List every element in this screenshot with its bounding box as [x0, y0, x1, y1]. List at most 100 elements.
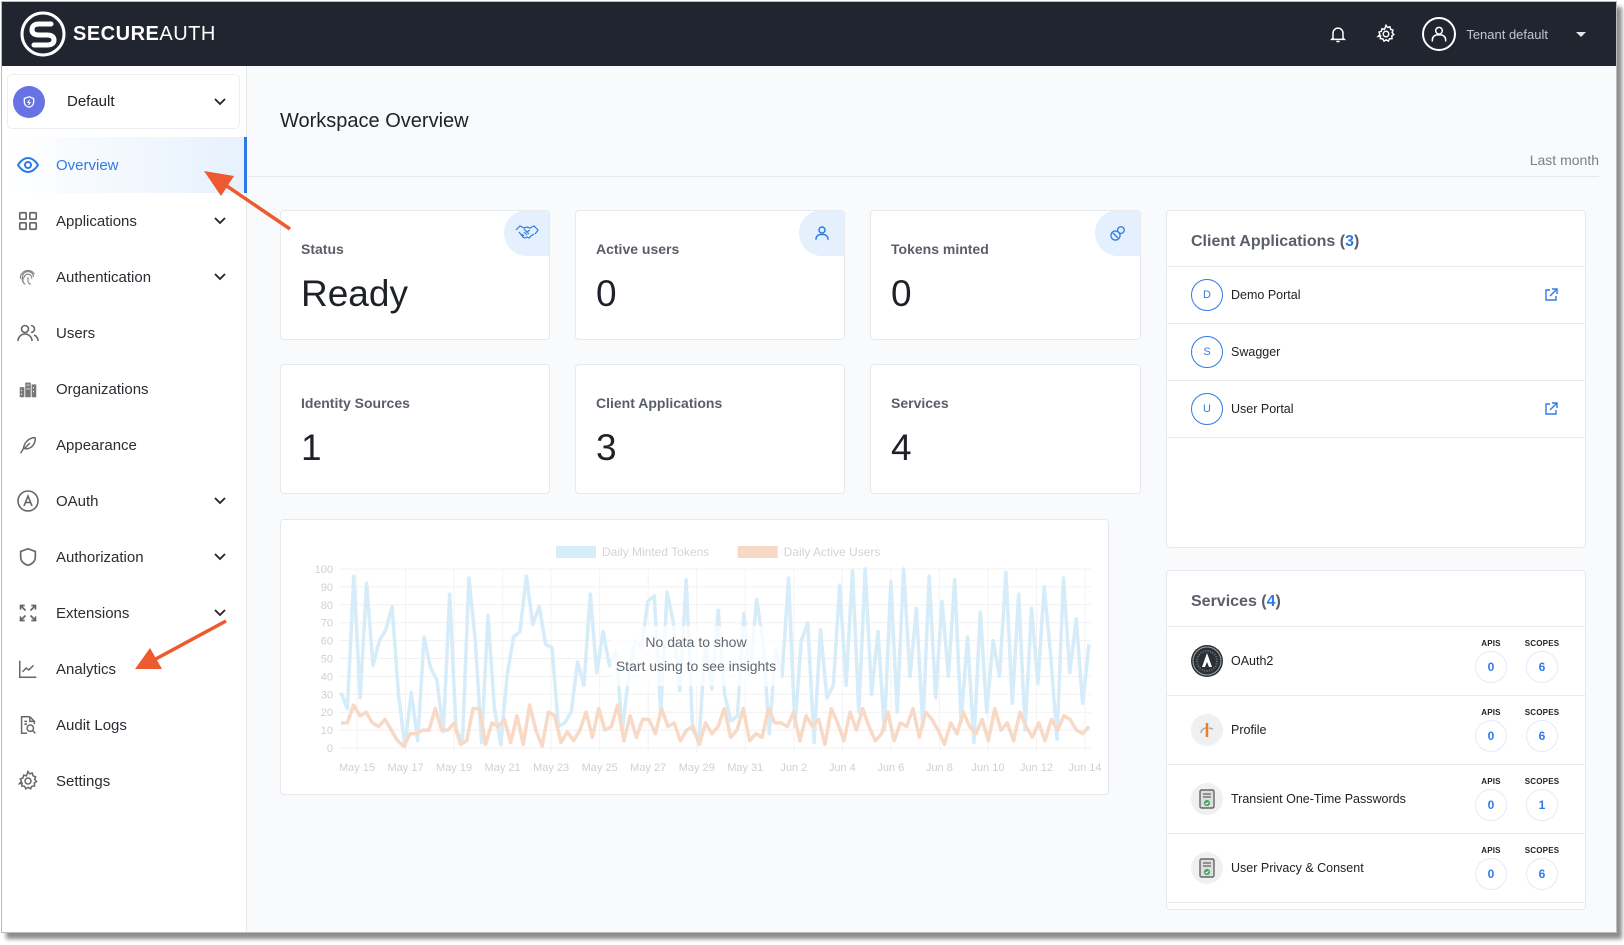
sidebar-item-users[interactable]: Users — [2, 305, 247, 361]
y-tick-label: 90 — [321, 582, 333, 594]
app-window: SECUREAUTH Tenant default Default Overvi… — [1, 1, 1617, 933]
external-link-icon[interactable] — [1543, 401, 1559, 417]
eye-icon — [16, 153, 40, 177]
chevron-down-icon[interactable] — [213, 606, 227, 620]
sidebar-item-oauth[interactable]: OAuth — [2, 473, 247, 529]
scopes-count: 6 — [1526, 858, 1558, 890]
user-avatar-icon — [1422, 17, 1457, 51]
scopes-count: 1 — [1526, 789, 1558, 821]
notifications-bell-icon[interactable] — [1326, 22, 1350, 46]
no-data-title: No data to show — [645, 634, 747, 650]
pill-icon — [1095, 211, 1140, 256]
sidebar-item-extensions[interactable]: Extensions — [2, 585, 247, 641]
sidebar-item-organizations[interactable]: Organizations — [2, 361, 247, 417]
panel-title-text: Client Applications — [1191, 233, 1336, 250]
client-app-row[interactable]: U User Portal — [1167, 381, 1585, 438]
x-tick-label: May 21 — [485, 762, 521, 774]
service-row[interactable]: OAuth2 APIS 0 SCOPES 6 — [1167, 627, 1585, 696]
stat-card-services: Services 4 — [870, 364, 1141, 494]
stat-card-tokens-minted: Tokens minted 0 — [870, 210, 1141, 340]
stat-card-client-applications: Client Applications 3 — [575, 364, 845, 494]
x-tick-label: Jun 14 — [1068, 762, 1101, 774]
y-tick-label: 50 — [321, 654, 333, 666]
sidebar-item-label: Authentication — [56, 268, 152, 286]
y-tick-label: 60 — [321, 636, 333, 648]
page-title: Workspace Overview — [280, 110, 469, 132]
brand-name-light: AUTH — [159, 22, 216, 45]
chart-line-icon — [16, 657, 40, 681]
chevron-down-icon[interactable] — [213, 494, 227, 508]
chevron-down-icon[interactable] — [213, 270, 227, 284]
stat-label: Services — [891, 395, 949, 411]
sidebar-item-authorization[interactable]: Authorization — [2, 529, 247, 585]
x-tick-label: Jun 2 — [780, 762, 807, 774]
sidebar-item-label: Overview — [56, 156, 119, 174]
apis-counter: APIS 0 — [1475, 777, 1507, 821]
scopes-counter: SCOPES 6 — [1522, 708, 1562, 752]
sidebar-item-audit-logs[interactable]: Audit Logs — [2, 697, 247, 753]
x-tick-label: May 29 — [679, 762, 715, 774]
stat-value: 3 — [596, 427, 617, 468]
tenant-menu[interactable]: Tenant default — [1422, 17, 1586, 51]
settings-gear-icon[interactable] — [1374, 22, 1398, 46]
x-tick-label: May 17 — [387, 762, 423, 774]
apis-counter: APIS 0 — [1475, 708, 1507, 752]
panel-title: Services (4) — [1191, 593, 1281, 610]
sidebar-item-authentication[interactable]: Authentication — [2, 249, 247, 305]
x-tick-label: May 25 — [582, 762, 618, 774]
scopes-count: 6 — [1526, 720, 1558, 752]
chevron-down-icon[interactable] — [213, 550, 227, 564]
sidebar-item-analytics[interactable]: Analytics — [2, 641, 247, 697]
sidebar-item-label: Settings — [56, 772, 111, 790]
feather-icon — [16, 433, 40, 457]
service-row[interactable]: User Privacy & Consent APIS 0 SCOPES 6 — [1167, 834, 1585, 903]
x-tick-label: Jun 12 — [1020, 762, 1053, 774]
stat-value: 0 — [891, 273, 912, 314]
x-tick-label: Jun 10 — [971, 762, 1004, 774]
apis-count: 0 — [1475, 858, 1507, 890]
scopes-label: SCOPES — [1524, 708, 1560, 717]
stat-value: 0 — [596, 273, 617, 314]
sidebar-item-settings[interactable]: Settings — [2, 753, 247, 809]
service-row[interactable]: Profile APIS 0 SCOPES 6 — [1167, 696, 1585, 765]
buildings-icon — [16, 377, 40, 401]
chevron-down-icon[interactable] — [213, 214, 227, 228]
y-tick-label: 100 — [315, 564, 333, 576]
workspace-selector[interactable]: Default — [7, 74, 240, 129]
x-tick-label: Jun 4 — [829, 762, 856, 774]
x-tick-label: May 27 — [630, 762, 666, 774]
service-name: OAuth2 — [1231, 654, 1274, 668]
brand-logo[interactable]: SECUREAUTH — [19, 10, 216, 58]
panel-title-text: Services — [1191, 593, 1257, 610]
client-app-row[interactable]: D Demo Portal — [1167, 267, 1585, 324]
external-link-icon[interactable] — [1543, 287, 1559, 303]
user-icon — [799, 211, 844, 256]
sidebar-item-label: Extensions — [56, 604, 130, 622]
workspace-shield-icon — [13, 85, 45, 118]
client-applications-panel: Client Applications (3) D Demo Portal S … — [1166, 210, 1586, 548]
client-app-name: Demo Portal — [1231, 288, 1301, 302]
legend-swatch — [737, 546, 778, 558]
sidebar-item-label: Organizations — [56, 380, 149, 398]
sidebar-item-appearance[interactable]: Appearance — [2, 417, 247, 473]
scopes-label: SCOPES — [1524, 639, 1560, 648]
sidebar-item-overview[interactable]: Overview — [2, 137, 247, 193]
brand-name: SECUREAUTH — [73, 23, 216, 46]
date-range-selector[interactable]: Last month — [1530, 152, 1599, 168]
stat-label: Identity Sources — [301, 395, 410, 411]
sidebar-item-label: Users — [56, 324, 96, 342]
activity-chart: 0 10 20 30 40 50 60 70 80 90 100 May 15 May 17 May 19… — [280, 519, 1109, 795]
x-tick-label: May 15 — [339, 762, 375, 774]
gear-icon — [16, 769, 40, 793]
panel-title: Client Applications (3) — [1191, 233, 1360, 250]
scopes-counter: SCOPES 1 — [1522, 777, 1562, 821]
scopes-count: 6 — [1526, 651, 1558, 683]
apis-label: APIS — [1481, 639, 1501, 648]
scopes-counter: SCOPES 6 — [1522, 639, 1562, 683]
client-app-name: Swagger — [1231, 345, 1281, 359]
y-tick-label: 40 — [321, 671, 333, 683]
sidebar-item-applications[interactable]: Applications — [2, 193, 247, 249]
client-app-row[interactable]: S Swagger — [1167, 324, 1585, 381]
divider — [248, 176, 1599, 177]
service-row[interactable]: Transient One-Time Passwords APIS 0 SCOPE… — [1167, 765, 1585, 834]
